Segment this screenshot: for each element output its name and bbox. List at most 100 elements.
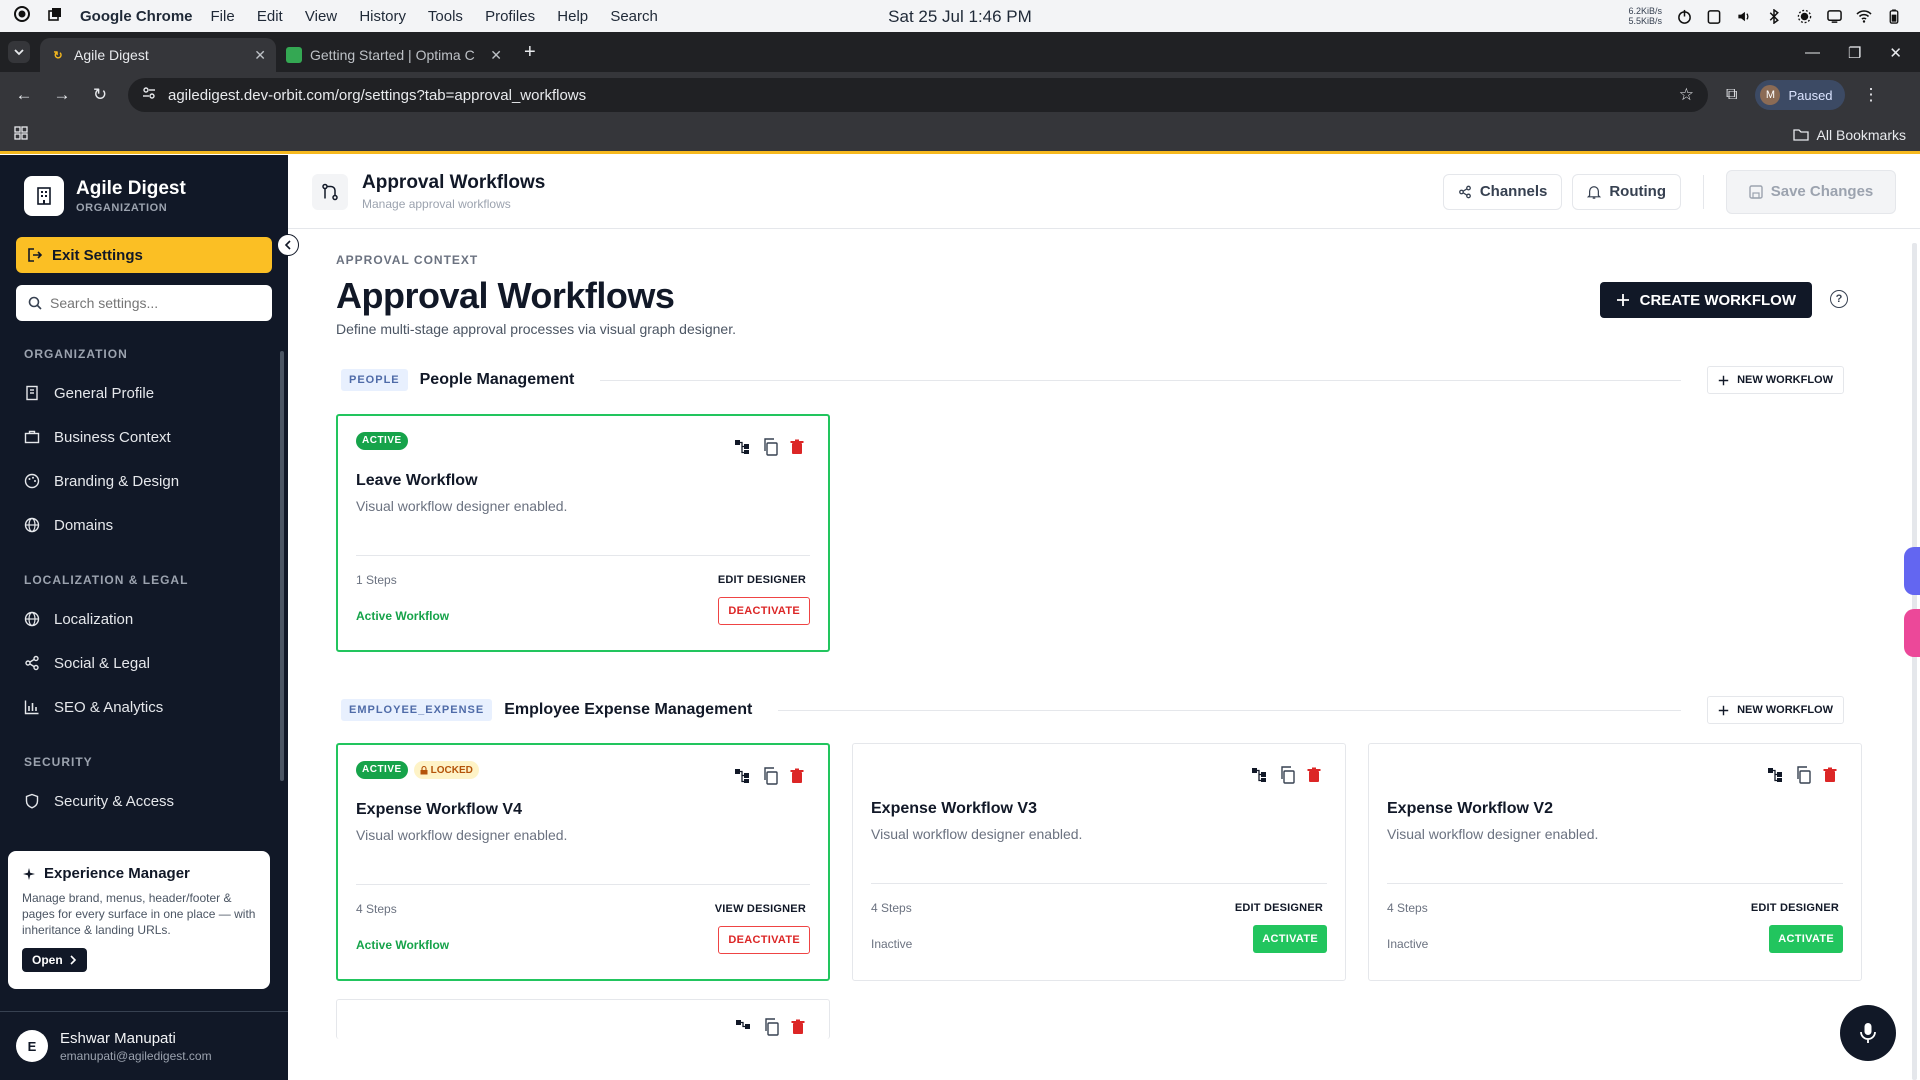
more-menu-icon[interactable]: ⋮: [1863, 85, 1880, 105]
menu-file[interactable]: File: [211, 8, 235, 25]
clipboard-icon[interactable]: [1706, 8, 1722, 24]
reload-icon[interactable]: ↻: [90, 85, 110, 105]
app-name[interactable]: Google Chrome: [80, 8, 193, 25]
view-designer-link[interactable]: VIEW DESIGNER: [715, 903, 806, 915]
address-bar[interactable]: agiledigest.dev-orbit.com/org/settings?t…: [128, 78, 1708, 112]
trash-icon[interactable]: [1307, 767, 1321, 788]
workflow-card-expense-v3[interactable]: Expense Workflow V3 Visual workflow desi…: [852, 743, 1346, 981]
sidebar-item-security-access[interactable]: Security & Access: [0, 779, 288, 823]
search-input[interactable]: [50, 295, 250, 311]
volume-icon[interactable]: [1736, 8, 1752, 24]
trash-icon[interactable]: [791, 1019, 805, 1040]
new-workflow-button[interactable]: NEW WORKFLOW: [1707, 696, 1844, 724]
folder-icon: [1792, 129, 1809, 141]
settings-sidebar: Agile Digest ORGANIZATION Exit Settings …: [0, 155, 288, 1080]
bell-icon: [1587, 185, 1602, 199]
workflow-graph-icon[interactable]: [1251, 767, 1267, 788]
profile-button[interactable]: M Paused: [1755, 80, 1845, 110]
copy-icon[interactable]: [763, 1018, 779, 1041]
brightness-icon[interactable]: [1796, 8, 1812, 24]
edit-designer-link[interactable]: EDIT DESIGNER: [1751, 902, 1839, 914]
trash-icon[interactable]: [790, 768, 804, 789]
close-tab-icon[interactable]: ✕: [254, 47, 266, 64]
menu-tools[interactable]: Tools: [428, 8, 463, 25]
sidebar-item-social-legal[interactable]: Social & Legal: [0, 641, 288, 685]
workflow-card-expense-v2[interactable]: Expense Workflow V2 Visual workflow desi…: [1368, 743, 1862, 981]
settings-search[interactable]: [16, 285, 272, 321]
bluetooth-icon[interactable]: [1766, 8, 1782, 24]
site-info-icon[interactable]: [142, 86, 156, 104]
exit-settings-button[interactable]: Exit Settings: [16, 237, 272, 273]
channels-button[interactable]: Channels: [1442, 173, 1563, 210]
trash-icon[interactable]: [1823, 767, 1837, 788]
close-window-icon[interactable]: ✕: [1889, 44, 1902, 62]
tab-agile-digest[interactable]: ↻ Agile Digest ✕: [40, 38, 276, 72]
workflow-card-expense-v4[interactable]: ACTIVE LOCKED Expense Workflow V4 Visual…: [336, 743, 830, 981]
all-bookmarks-button[interactable]: All Bookmarks: [1792, 127, 1906, 143]
restore-icon[interactable]: ❐: [1848, 44, 1861, 62]
sidebar-item-general-profile[interactable]: General Profile: [0, 371, 288, 415]
tab-search-dropdown[interactable]: [8, 41, 30, 63]
help-icon[interactable]: ?: [1830, 290, 1848, 308]
workflow-graph-icon[interactable]: [1767, 767, 1783, 788]
forward-arrow-icon[interactable]: →: [52, 85, 72, 105]
copy-icon[interactable]: [762, 767, 778, 790]
new-workflow-button[interactable]: NEW WORKFLOW: [1707, 366, 1844, 394]
workflow-card-leave[interactable]: ACTIVE Leave Workflow Visual workflow de…: [336, 414, 830, 652]
routing-button[interactable]: Routing: [1572, 173, 1681, 210]
activate-button[interactable]: ACTIVATE: [1769, 925, 1843, 953]
tab-getting-started[interactable]: Getting Started | Optima C ✕: [276, 38, 512, 72]
power-icon[interactable]: [1676, 8, 1692, 24]
workflow-graph-icon[interactable]: [735, 1019, 751, 1040]
copy-icon[interactable]: [1279, 766, 1295, 789]
profile-status: Paused: [1788, 87, 1833, 103]
battery-icon[interactable]: [1886, 8, 1902, 24]
extensions-icon[interactable]: ⧉: [1726, 86, 1737, 104]
close-tab-icon[interactable]: ✕: [490, 47, 502, 64]
voice-assistant-button[interactable]: [1840, 1005, 1896, 1061]
minimize-icon[interactable]: —: [1805, 44, 1820, 62]
deactivate-button[interactable]: DEACTIVATE: [718, 926, 810, 954]
side-widget-tab-pink[interactable]: [1904, 609, 1920, 657]
sidebar-scrollbar[interactable]: [280, 351, 284, 781]
menu-view[interactable]: View: [305, 8, 337, 25]
window-switcher-icon[interactable]: [48, 7, 62, 25]
current-user[interactable]: E Eshwar Manupati emanupati@agiledigest.…: [0, 1011, 288, 1080]
back-arrow-icon[interactable]: ←: [14, 85, 34, 105]
display-icon[interactable]: [1826, 8, 1842, 24]
sidebar-item-business-context[interactable]: Business Context: [0, 415, 288, 459]
menu-profiles[interactable]: Profiles: [485, 8, 535, 25]
menu-search[interactable]: Search: [610, 8, 658, 25]
workflow-graph-icon[interactable]: [734, 768, 750, 789]
experience-open-button[interactable]: Open: [22, 948, 87, 972]
sidebar-item-localization[interactable]: Localization: [0, 597, 288, 641]
apps-grid-icon[interactable]: [14, 126, 28, 143]
sidebar-item-branding-design[interactable]: Branding & Design: [0, 459, 288, 503]
os-logo-icon[interactable]: [14, 6, 30, 26]
edit-designer-link[interactable]: EDIT DESIGNER: [1235, 902, 1323, 914]
activate-button[interactable]: ACTIVATE: [1253, 925, 1327, 953]
copy-icon[interactable]: [1795, 766, 1811, 789]
side-widget-tab-purple[interactable]: [1904, 547, 1920, 595]
save-changes-button[interactable]: Save Changes: [1726, 169, 1896, 214]
edit-designer-link[interactable]: EDIT DESIGNER: [718, 574, 806, 586]
create-workflow-button[interactable]: CREATE WORKFLOW: [1599, 282, 1812, 318]
new-tab-button[interactable]: +: [524, 41, 536, 64]
collapse-sidebar-button[interactable]: [277, 234, 299, 256]
workflow-branch-icon: [312, 173, 348, 210]
workflow-graph-icon[interactable]: [734, 439, 750, 460]
org-type: ORGANIZATION: [76, 202, 168, 214]
bookmark-star-icon[interactable]: ☆: [1679, 85, 1694, 105]
sidebar-item-seo-analytics[interactable]: SEO & Analytics: [0, 685, 288, 729]
sidebar-item-domains[interactable]: Domains: [0, 503, 288, 547]
trash-icon[interactable]: [790, 439, 804, 460]
deactivate-button[interactable]: DEACTIVATE: [718, 597, 810, 625]
building-icon: [26, 385, 38, 401]
menu-help[interactable]: Help: [557, 8, 588, 25]
menu-history[interactable]: History: [359, 8, 406, 25]
copy-icon[interactable]: [762, 438, 778, 461]
menu-edit[interactable]: Edit: [257, 8, 283, 25]
wifi-icon[interactable]: [1856, 8, 1872, 24]
workflow-card-partial[interactable]: [336, 999, 830, 1039]
main-scrollbar[interactable]: [1912, 243, 1917, 1080]
